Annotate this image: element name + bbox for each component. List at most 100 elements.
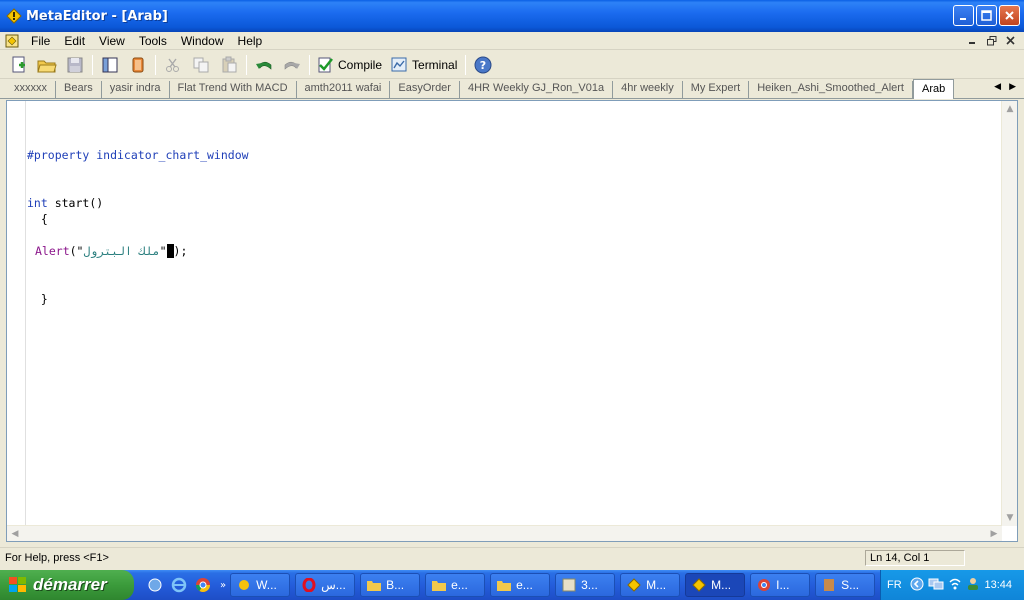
toolbox-button[interactable] (127, 54, 149, 76)
menu-file[interactable]: File (31, 34, 50, 48)
metaeditor-icon (692, 578, 706, 592)
copy-button[interactable] (190, 54, 212, 76)
mdi-close-button[interactable] (1003, 34, 1018, 47)
folder-icon (497, 578, 512, 592)
chrome-icon[interactable] (194, 576, 212, 594)
metaeditor-app-icon (6, 8, 22, 24)
compile-button[interactable]: Compile (316, 56, 382, 74)
toolbar: Compile Terminal ? (0, 51, 1024, 79)
status-bar: For Help, press <F1> Ln 14, Col 1 (0, 547, 1024, 567)
tab-4hr-weekly-gj[interactable]: 4HR Weekly GJ_Ron_V01a (460, 81, 614, 98)
new-button[interactable] (8, 54, 30, 76)
status-help-text: For Help, press <F1> (5, 551, 109, 564)
task-label: e... (516, 578, 533, 592)
tab-heiken-ashi[interactable]: Heiken_Ashi_Smoothed_Alert (749, 81, 913, 98)
title-bar[interactable]: MetaEditor - [Arab] (0, 0, 1024, 32)
quick-launch-more-icon[interactable]: » (220, 580, 226, 591)
open-button[interactable] (36, 54, 58, 76)
task-folder-b[interactable]: B... (360, 573, 421, 597)
close-icon (1006, 36, 1015, 45)
code-editor[interactable]: #property indicator_chart_window int sta… (6, 100, 1018, 542)
scroll-right-icon[interactable]: ▶ (986, 526, 1002, 542)
maximize-icon (981, 10, 992, 21)
maximize-button[interactable] (976, 5, 997, 26)
task-chrome[interactable]: I... (750, 573, 811, 597)
document-icon[interactable] (5, 34, 21, 48)
help-question-icon: ? (474, 56, 492, 73)
vertical-scrollbar[interactable]: ▲ ▼ (1001, 101, 1017, 526)
status-cursor-position: Ln 14, Col 1 (865, 549, 965, 566)
clock[interactable]: 13:44 (984, 579, 1012, 591)
users-icon[interactable] (966, 577, 980, 594)
scroll-down-icon[interactable]: ▼ (1002, 510, 1018, 526)
windows-logo-icon (9, 577, 26, 592)
tab-amth2011-wafai[interactable]: amth2011 wafai (297, 81, 391, 98)
alert-open-paren: (" (69, 244, 84, 258)
toolbar-separator (155, 54, 156, 75)
task-folder-e1[interactable]: e... (425, 573, 486, 597)
compile-label: Compile (338, 57, 383, 72)
task-w[interactable]: W... (230, 573, 291, 597)
horizontal-scrollbar[interactable]: ◀ ▶ (7, 525, 1002, 541)
help-button[interactable]: ? (472, 54, 494, 76)
mdi-restore-button[interactable] (984, 34, 999, 47)
navigator-panel-icon (102, 57, 118, 72)
tab-easyorder[interactable]: EasyOrder (390, 81, 460, 98)
paste-button[interactable] (218, 54, 240, 76)
quick-launch: » (146, 576, 226, 594)
code-line-open-brace: { (27, 212, 48, 226)
tab-my-expert[interactable]: My Expert (683, 81, 750, 98)
task-opera[interactable]: س... (295, 573, 356, 597)
network-icon[interactable] (928, 577, 944, 594)
mdi-minimize-button[interactable] (965, 34, 980, 47)
start-button[interactable]: démarrer (0, 570, 134, 600)
tab-flat-trend-with-macd[interactable]: Flat Trend With MACD (170, 81, 297, 98)
task-metaeditor[interactable]: M... (685, 573, 746, 597)
alert-string: ملك البترول (83, 244, 160, 258)
undo-button[interactable] (253, 54, 275, 76)
taskbar: démarrer » W... س... B... e... e... 3...… (0, 570, 1024, 600)
menu-help[interactable]: Help (238, 34, 263, 48)
task-s[interactable]: S... (815, 573, 876, 597)
menu-window[interactable]: Window (181, 34, 224, 48)
quick-launch-settings-icon[interactable] (146, 576, 164, 594)
redo-button[interactable] (281, 54, 303, 76)
task-label: س... (321, 578, 346, 592)
terminal-button[interactable]: Terminal (390, 56, 457, 74)
minimize-icon (969, 42, 975, 44)
tab-bears[interactable]: Bears (56, 81, 102, 98)
task-folder-e2[interactable]: e... (490, 573, 551, 597)
tab-yasir-indra[interactable]: yasir indra (102, 81, 170, 98)
wifi-icon[interactable] (948, 577, 962, 594)
scroll-up-icon[interactable]: ▲ (1002, 101, 1018, 117)
language-indicator[interactable]: FR (887, 579, 902, 591)
folder-icon (367, 578, 382, 592)
tab-arab[interactable]: Arab (912, 79, 955, 99)
task-metatrader[interactable]: M... (620, 573, 681, 597)
task-3[interactable]: 3... (555, 573, 616, 597)
tab-scroll-right-icon[interactable]: ▶ (1009, 82, 1016, 92)
menu-tools[interactable]: Tools (139, 34, 167, 48)
cut-button[interactable] (162, 54, 184, 76)
code-line-close-brace: } (27, 292, 48, 306)
toolbar-separator (465, 54, 467, 75)
internet-explorer-icon[interactable] (170, 576, 188, 594)
system-tray: FR 13:44 (880, 570, 1024, 600)
menu-view[interactable]: View (99, 34, 125, 48)
navigator-button[interactable] (99, 54, 121, 76)
tab-xxxxxx[interactable]: xxxxxx (6, 81, 56, 98)
task-label: W... (256, 578, 277, 592)
task-label: I... (776, 578, 790, 592)
tray-expand-icon[interactable] (910, 577, 924, 594)
code-area[interactable]: #property indicator_chart_window int sta… (27, 101, 1002, 526)
close-button[interactable] (999, 5, 1020, 26)
toolbox-book-icon (132, 57, 144, 72)
code-line-property: #property indicator_chart_window (27, 148, 249, 162)
tab-4hr-weekly[interactable]: 4hr weekly (613, 81, 683, 98)
opera-icon (302, 578, 316, 592)
scroll-left-icon[interactable]: ◀ (7, 526, 23, 542)
menu-edit[interactable]: Edit (64, 34, 85, 48)
save-button[interactable] (64, 54, 86, 76)
minimize-button[interactable] (953, 5, 974, 26)
tab-scroll-left-icon[interactable]: ◀ (994, 82, 1001, 92)
